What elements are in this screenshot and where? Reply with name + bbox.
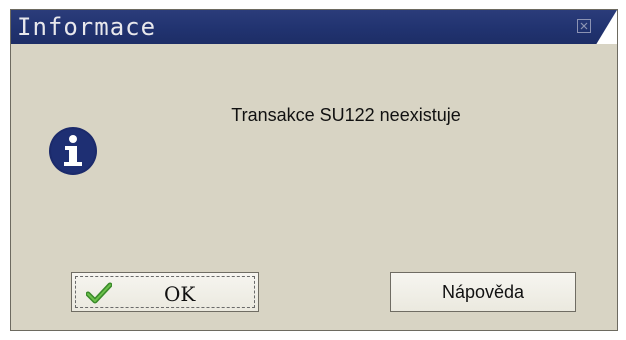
info-icon (47, 125, 99, 177)
ok-button[interactable]: OK (71, 272, 259, 312)
dialog-title: Informace (17, 13, 157, 41)
information-dialog: Informace Transakce SU122 neexistuje OK (10, 9, 618, 331)
close-icon[interactable] (577, 19, 591, 33)
checkmark-icon (85, 282, 113, 304)
title-bar[interactable]: Informace (11, 10, 617, 44)
ok-button-label: OK (164, 282, 196, 306)
help-button[interactable]: Nápověda (390, 272, 576, 312)
message-text: Transakce SU122 neexistuje (231, 105, 461, 125)
help-button-label: Nápověda (441, 282, 525, 302)
